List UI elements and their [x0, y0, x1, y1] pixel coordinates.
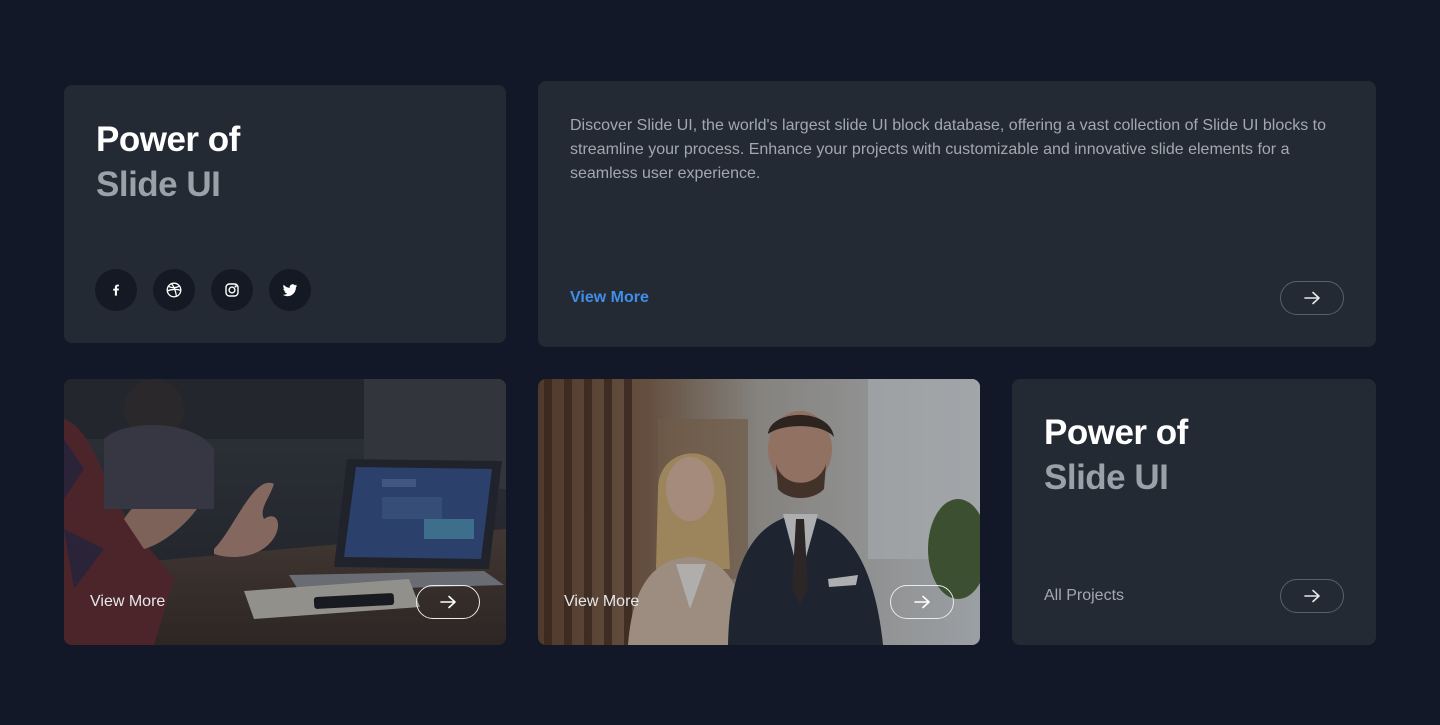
arrow-right-icon: [1304, 589, 1320, 603]
dribbble-icon[interactable]: [153, 269, 195, 311]
image-card-caption: View More: [90, 593, 166, 610]
arrow-right-icon: [914, 595, 930, 609]
description-arrow-button[interactable]: [1280, 281, 1344, 315]
image-card-caption: View More: [564, 593, 640, 610]
arrow-right-icon: [1304, 291, 1320, 305]
image-card-arrow-button[interactable]: [416, 585, 480, 619]
description-text: Discover Slide UI, the world's largest s…: [570, 117, 1327, 182]
hero-card: Power of Slide UI: [64, 85, 506, 343]
projects-title-line1: Power of: [1044, 413, 1188, 452]
projects-card: Power of Slide UI All Projects: [1012, 379, 1376, 645]
facebook-icon[interactable]: [95, 269, 137, 311]
description-card: Discover Slide UI, the world's largest s…: [538, 81, 1376, 347]
instagram-icon[interactable]: [211, 269, 253, 311]
social-links: [95, 269, 311, 311]
page: Power of Slide UI Discover Slide UI, the…: [0, 0, 1440, 725]
projects-arrow-button[interactable]: [1280, 579, 1344, 613]
all-projects-link[interactable]: All Projects: [1044, 587, 1124, 605]
hero-title-line2: Slide UI: [96, 165, 221, 204]
twitter-icon[interactable]: [269, 269, 311, 311]
hero-title-line1: Power of: [96, 120, 240, 159]
image-card-portrait[interactable]: View More: [538, 379, 980, 645]
image-card-meeting[interactable]: View More: [64, 379, 506, 645]
projects-title-line2: Slide UI: [1044, 458, 1169, 497]
image-card-arrow-button[interactable]: [890, 585, 954, 619]
arrow-right-icon: [440, 595, 456, 609]
view-more-link[interactable]: View More: [570, 289, 649, 307]
